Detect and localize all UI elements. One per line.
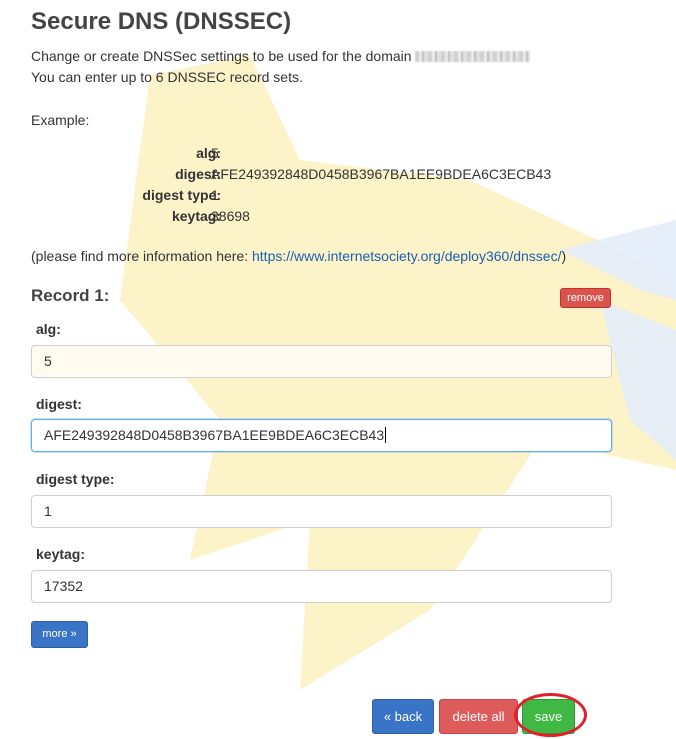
domain-name-redacted <box>415 51 531 62</box>
alg-input[interactable]: 5 <box>31 345 612 378</box>
intro-text: Change or create DNSSec settings to be u… <box>31 46 531 88</box>
back-button[interactable]: « back <box>372 699 434 734</box>
dnssec-info-link[interactable]: https://www.internetsociety.org/deploy36… <box>252 248 561 264</box>
page-title: Secure DNS (DNSSEC) <box>31 8 292 35</box>
remove-record-button[interactable]: remove <box>560 288 611 308</box>
alg-label: alg: <box>36 321 61 337</box>
digest-value: AFE249392848D0458B3967BA1EE9BDEA6C3ECB43 <box>44 427 385 443</box>
info-prefix: (please find more information here: <box>31 248 252 264</box>
keytag-label: keytag: <box>36 546 86 562</box>
example-key: alg: <box>196 145 221 161</box>
example-value: 38698 <box>211 208 250 224</box>
info-text: (please find more information here: http… <box>31 248 566 264</box>
digest-input[interactable]: AFE249392848D0458B3967BA1EE9BDEA6C3ECB43 <box>31 419 612 452</box>
keytag-input[interactable]: 17352 <box>31 570 612 603</box>
example-value: AFE249392848D0458B3967BA1EE9BDEA6C3ECB43 <box>211 166 552 182</box>
delete-all-button[interactable]: delete all <box>439 699 518 734</box>
example-value: 5 <box>211 145 219 161</box>
example-key: digest: <box>175 166 221 182</box>
example-key: digest type: <box>142 187 221 203</box>
intro-line-2: You can enter up to 6 DNSSEC record sets… <box>31 69 303 85</box>
more-button[interactable]: more » <box>31 621 88 648</box>
info-suffix: ) <box>561 248 567 264</box>
example-key: keytag: <box>171 208 221 224</box>
text-caret <box>385 427 387 443</box>
intro-line-1: Change or create DNSSec settings to be u… <box>31 48 412 64</box>
digest-label: digest: <box>36 396 82 412</box>
save-button[interactable]: save <box>522 699 575 734</box>
example-label: Example: <box>31 112 90 128</box>
digest-type-input[interactable]: 1 <box>31 495 612 528</box>
example-value: 1 <box>211 187 219 203</box>
record-title: Record 1: <box>31 286 110 305</box>
digest-type-label: digest type: <box>36 471 115 487</box>
